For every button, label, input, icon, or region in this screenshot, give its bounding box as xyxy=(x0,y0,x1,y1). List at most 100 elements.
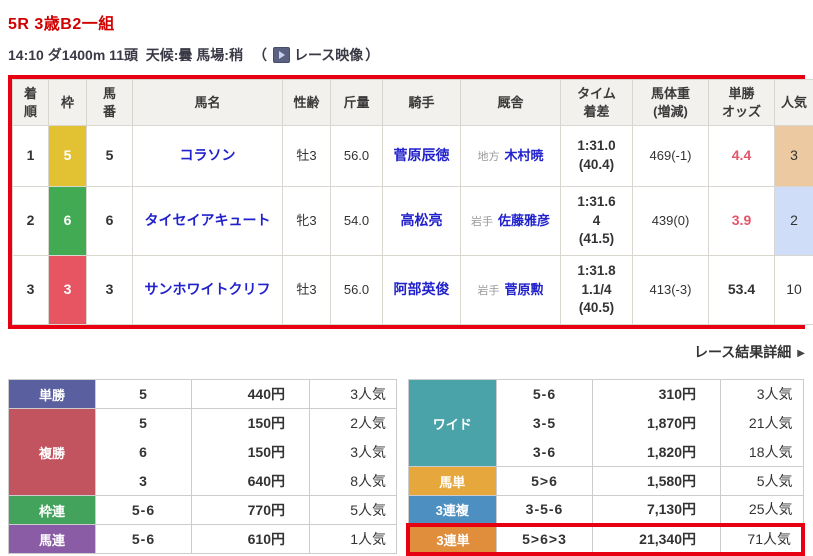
body-weight-cell: 439(0) xyxy=(633,187,709,256)
jockey-cell: 高松亮 xyxy=(383,187,461,256)
handicap-weight-cell: 56.0 xyxy=(331,126,383,187)
result-row: 266タイセイアキュート牝354.0高松亮岩手佐藤雅彦1:31.6 4 (41.… xyxy=(13,187,813,256)
horse-number-cell: 5 xyxy=(87,126,133,187)
trainer-link[interactable]: 菅原勲 xyxy=(504,282,543,297)
column-header-10: 単勝 オッズ xyxy=(709,80,775,126)
payout-popularity-cell: 8人気 xyxy=(310,467,397,496)
paren-close: ） xyxy=(365,45,379,65)
payout-amount-cell: 640円 xyxy=(192,467,310,496)
bet-type-cell: 3連単 xyxy=(408,525,497,554)
column-header-5: 斤量 xyxy=(331,80,383,126)
combination-cell: 5-6 xyxy=(96,525,192,554)
race-video-link[interactable]: レース映像 xyxy=(294,45,363,65)
payout-row: 3連単5>6>321,340円71人気 xyxy=(408,525,803,554)
bet-type-cell: 単勝 xyxy=(9,380,96,409)
trainer-link[interactable]: 佐藤雅彦 xyxy=(498,213,550,228)
combination-cell: 3 xyxy=(96,467,192,496)
bet-type-cell: 3連複 xyxy=(408,496,497,525)
column-header-0: 着 順 xyxy=(13,80,49,126)
horse-name-link[interactable]: タイセイアキュート xyxy=(145,212,271,228)
race-info: 14:10 ダ1400m 11頭 天候:曇 馬場:稍 （ レース映像 ） xyxy=(8,45,805,65)
payout-row: 複勝5150円2人気 xyxy=(9,409,397,438)
payout-amount-cell: 610円 xyxy=(192,525,310,554)
jockey-link[interactable]: 阿部英俊 xyxy=(394,281,450,297)
horse-number-cell: 3 xyxy=(87,256,133,325)
jockey-cell: 菅原辰徳 xyxy=(383,126,461,187)
race-result-table-frame: 着 順枠馬 番馬名性齢斤量騎手厩舎タイム 着差馬体重 (増減)単勝 オッズ人気1… xyxy=(8,75,805,329)
payout-popularity-cell: 21人気 xyxy=(721,409,804,438)
win-odds-cell: 4.4 xyxy=(709,126,775,187)
paren-open: （ xyxy=(253,45,267,65)
race-detail-label: レース結果詳細 xyxy=(694,344,791,360)
horse-name-link[interactable]: サンホワイトクリフ xyxy=(145,281,271,297)
handicap-weight-cell: 56.0 xyxy=(331,256,383,325)
right-arrow-icon: ▶ xyxy=(797,348,805,359)
horse-name-cell: コラソン xyxy=(133,126,283,187)
column-header-4: 性齢 xyxy=(283,80,331,126)
result-row: 155コラソン牡356.0菅原辰徳地方木村暁1:31.0 (40.4)469(-… xyxy=(13,126,813,187)
payout-popularity-cell: 3人気 xyxy=(721,380,804,409)
detail-link-row: レース結果詳細 ▶ xyxy=(8,342,805,362)
win-odds-cell: 53.4 xyxy=(709,256,775,325)
horse-name-cell: タイセイアキュート xyxy=(133,187,283,256)
payout-popularity-cell: 1人気 xyxy=(310,525,397,554)
jockey-link[interactable]: 菅原辰徳 xyxy=(394,147,450,163)
payout-row: 3連複3-5-67,130円25人気 xyxy=(408,496,803,525)
sex-age-cell: 牡3 xyxy=(283,126,331,187)
payout-table-left: 単勝5440円3人気複勝5150円2人気6150円3人気3640円8人気枠連5-… xyxy=(8,379,397,554)
waku-cell: 5 xyxy=(49,126,87,187)
payout-popularity-cell: 18人気 xyxy=(721,438,804,467)
play-triangle-icon xyxy=(279,51,285,59)
race-result-page: 5R 3歳B2一組 14:10 ダ1400m 11頭 天候:曇 馬場:稍 （ レ… xyxy=(0,0,813,556)
stable-cell: 岩手佐藤雅彦 xyxy=(461,187,561,256)
horse-name-link[interactable]: コラソン xyxy=(180,147,236,163)
video-play-icon[interactable] xyxy=(273,47,290,63)
combination-cell: 5>6>3 xyxy=(497,525,593,554)
popularity-cell: 10 xyxy=(775,256,813,325)
payout-row: 枠連5-6770円5人気 xyxy=(9,496,397,525)
column-header-6: 騎手 xyxy=(383,80,461,126)
popularity-cell: 3 xyxy=(775,126,813,187)
rank-cell: 1 xyxy=(13,126,49,187)
popularity-cell: 2 xyxy=(775,187,813,256)
handicap-weight-cell: 54.0 xyxy=(331,187,383,256)
time-margin-cell: 1:31.6 4 (41.5) xyxy=(561,187,633,256)
jockey-link[interactable]: 高松亮 xyxy=(401,212,443,228)
payout-amount-cell: 310円 xyxy=(593,380,721,409)
combination-cell: 3-6 xyxy=(497,438,593,467)
payout-amount-cell: 440円 xyxy=(192,380,310,409)
trainer-link[interactable]: 木村暁 xyxy=(504,148,543,163)
combination-cell: 3-5 xyxy=(497,409,593,438)
payout-table-right: ワイド5-6310円3人気3-51,870円21人気3-61,820円18人気馬… xyxy=(406,379,805,556)
combination-cell: 5 xyxy=(96,380,192,409)
stable-cell: 岩手菅原勲 xyxy=(461,256,561,325)
column-header-11: 人気 xyxy=(775,80,813,126)
bet-type-cell: ワイド xyxy=(408,380,497,467)
race-detail-link[interactable]: レース結果詳細 ▶ xyxy=(694,344,805,360)
payout-popularity-cell: 3人気 xyxy=(310,438,397,467)
combination-cell: 3-5-6 xyxy=(497,496,593,525)
payout-row: 馬連5-6610円1人気 xyxy=(9,525,397,554)
combination-cell: 5 xyxy=(96,409,192,438)
payout-row: 単勝5440円3人気 xyxy=(9,380,397,409)
combination-cell: 5-6 xyxy=(96,496,192,525)
payout-popularity-cell: 71人気 xyxy=(721,525,804,554)
win-odds-cell: 3.9 xyxy=(709,187,775,256)
waku-cell: 6 xyxy=(49,187,87,256)
jockey-cell: 阿部英俊 xyxy=(383,256,461,325)
column-header-2: 馬 番 xyxy=(87,80,133,126)
combination-cell: 6 xyxy=(96,438,192,467)
stable-region-label: 岩手 xyxy=(471,216,493,228)
payout-popularity-cell: 5人気 xyxy=(310,496,397,525)
column-header-1: 枠 xyxy=(49,80,87,126)
waku-cell: 3 xyxy=(49,256,87,325)
horse-number-cell: 6 xyxy=(87,187,133,256)
column-header-3: 馬名 xyxy=(133,80,283,126)
body-weight-cell: 413(-3) xyxy=(633,256,709,325)
payout-popularity-cell: 2人気 xyxy=(310,409,397,438)
payout-popularity-cell: 3人気 xyxy=(310,380,397,409)
stable-region-label: 岩手 xyxy=(477,285,499,297)
payout-popularity-cell: 25人気 xyxy=(721,496,804,525)
horse-name-cell: サンホワイトクリフ xyxy=(133,256,283,325)
combination-cell: 5-6 xyxy=(497,380,593,409)
